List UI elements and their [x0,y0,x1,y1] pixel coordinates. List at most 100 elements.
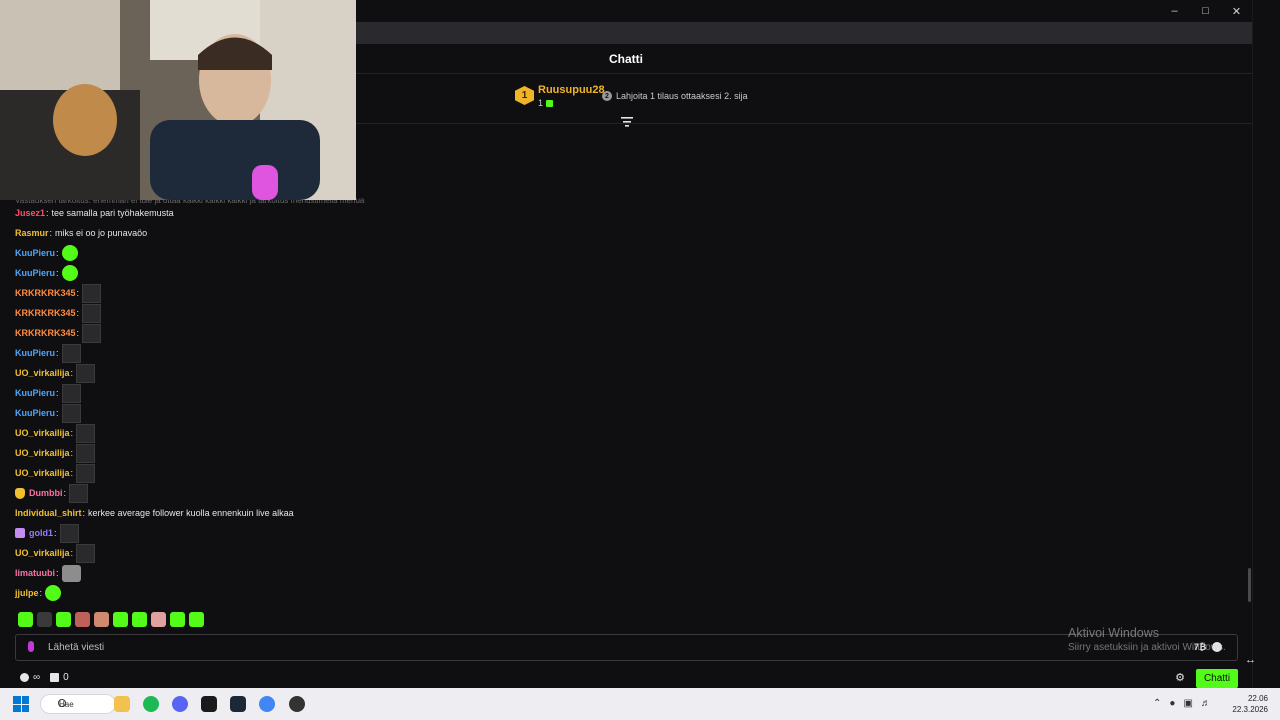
username-separator: : [56,568,59,578]
chat-message: UO_virkailija: [15,543,715,563]
spotify-icon[interactable] [143,696,159,712]
chat-message: jjulpe: [15,583,715,603]
chevron-up-icon[interactable]: ⌃ [1153,698,1161,709]
chat-username[interactable]: KRKRKRK345 [15,288,76,298]
minimize-button[interactable]: – [1159,0,1190,22]
chat-username[interactable]: Jusez1 [15,208,45,218]
webcam-overlay [0,0,356,200]
chat-username[interactable]: KRKRKRK345 [15,328,76,338]
chat-username[interactable]: jjulpe [15,588,39,598]
username-separator: : [56,268,59,278]
microphone-tray-icon[interactable]: ● [1169,698,1175,709]
chat-message: KRKRKRK345: [15,283,715,303]
chat-message-text: kerkee average follower kuolla ennenkuin… [88,508,294,518]
filter-icon[interactable] [621,117,633,127]
windows-start-icon[interactable] [13,696,29,712]
username-separator: : [56,348,59,358]
chat-username[interactable]: KuuPieru [15,388,55,398]
chat-username[interactable]: UO_virkailija [15,468,70,478]
steam-icon[interactable] [230,696,246,712]
quick-emote-icon[interactable] [37,612,52,627]
chat-emote-icon [61,343,81,363]
gift-count: 0 [63,672,69,683]
gift-item[interactable]: 0 [50,672,69,683]
quick-emote-icon[interactable] [56,612,71,627]
leaderboard-username[interactable]: Ruusupuu28 [538,84,605,96]
discord-icon[interactable] [172,696,188,712]
username-separator: : [56,388,59,398]
x-app-icon[interactable] [201,696,217,712]
emote-bar [18,612,204,627]
chat-username[interactable]: UO_virkailija [15,548,70,558]
chat-username[interactable]: UO_virkailija [15,448,70,458]
chat-username[interactable]: KRKRKRK345 [15,308,76,318]
chat-username[interactable]: KuuPieru [15,248,55,258]
username-separator: : [70,548,74,558]
chat-username[interactable]: Rasmur [15,228,49,238]
chat-username[interactable]: Dumbbi [29,488,63,498]
gift-count-value: 1 [538,98,544,108]
chat-scrollbar[interactable] [1248,568,1251,602]
chat-emote-icon [61,403,81,423]
leaderboard-hint-text: Lahjoita 1 tilaus ottaaksesi 2. sija [616,91,748,101]
chat-message: KuuPieru: [15,243,715,263]
chat-emote-icon [61,265,78,281]
chat-username[interactable]: gold1 [29,528,53,538]
chat-message: KuuPieru: [15,383,715,403]
quick-emote-icon[interactable] [189,612,204,627]
resize-cursor-icon: ↔ [1245,654,1256,666]
chat-username[interactable]: KuuPieru [15,268,55,278]
volume-icon[interactable]: ♬ [1201,698,1211,709]
chat-emote-icon [76,543,96,563]
chat-username[interactable]: UO_virkailija [15,368,70,378]
leaderboard-hint: 2 Lahjoita 1 tilaus ottaaksesi 2. sija [602,91,748,101]
points-icon [20,673,29,682]
microphone-icon[interactable] [28,641,34,652]
window-controls: – □ ✕ [1159,0,1252,22]
chat-message: Rasmur: miks ei oo jo punavaöo [15,223,715,243]
network-icon[interactable]: ▣ [1183,698,1192,709]
chat-username[interactable]: limatuubi [15,568,55,578]
points-item[interactable]: ∞ [20,672,40,683]
taskbar-clock[interactable]: 22.06 22.3.2026 [1232,693,1268,715]
gift-badge-icon [15,528,25,538]
settings-gear-icon[interactable]: ⚙ [1174,672,1186,684]
quick-emote-icon[interactable] [113,612,128,627]
chat-emote-icon [76,463,96,483]
chat-emote-icon [61,245,78,261]
app-root: – □ ✕ Chatti 1 Ruusupuu28 1 2 Lahjoita 1… [0,0,1280,720]
chat-emote-icon [45,585,62,601]
quick-emote-icon[interactable] [132,612,147,627]
close-button[interactable]: ✕ [1221,0,1252,22]
money-bag-badge-icon [15,487,25,499]
file-explorer-icon[interactable] [114,696,130,712]
search-icon [58,699,66,707]
chat-message-input[interactable] [48,640,1048,655]
chrome-icon[interactable] [259,696,275,712]
points-value: ∞ [33,672,41,683]
quick-emote-icon[interactable] [75,612,90,627]
quick-emote-icon[interactable] [151,612,166,627]
chat-username[interactable]: KuuPieru [15,348,55,358]
right-edge-strip [1252,0,1280,688]
maximize-button[interactable]: □ [1190,0,1221,22]
quick-emote-icon[interactable] [94,612,109,627]
chat-message: UO_virkailija: [15,363,715,383]
system-tray: ⌃ ● ▣ ♬ [1153,698,1211,709]
chat-send-button[interactable]: Chatti [1196,669,1238,688]
username-separator: : [56,248,59,258]
chat-username[interactable]: UO_virkailija [15,428,70,438]
webcam-image [0,0,356,200]
taskbar-search[interactable]: Hae [40,694,116,714]
chat-emote-icon [76,423,96,443]
chat-username[interactable]: KuuPieru [15,408,55,418]
chat-message-list: Jusez1: tee samalla pari työhakemusta Rasm… [15,203,715,603]
obs-icon[interactable] [289,696,305,712]
quick-emote-icon[interactable] [18,612,33,627]
quick-emote-icon[interactable] [170,612,185,627]
chat-message: Individual_shirt: kerkee average follower… [15,503,715,523]
chat-username[interactable]: Individual_shirt [15,508,82,518]
username-separator: : [76,288,80,298]
chat-emote-icon [82,283,102,303]
leaderboard-count: 1 [538,98,554,108]
